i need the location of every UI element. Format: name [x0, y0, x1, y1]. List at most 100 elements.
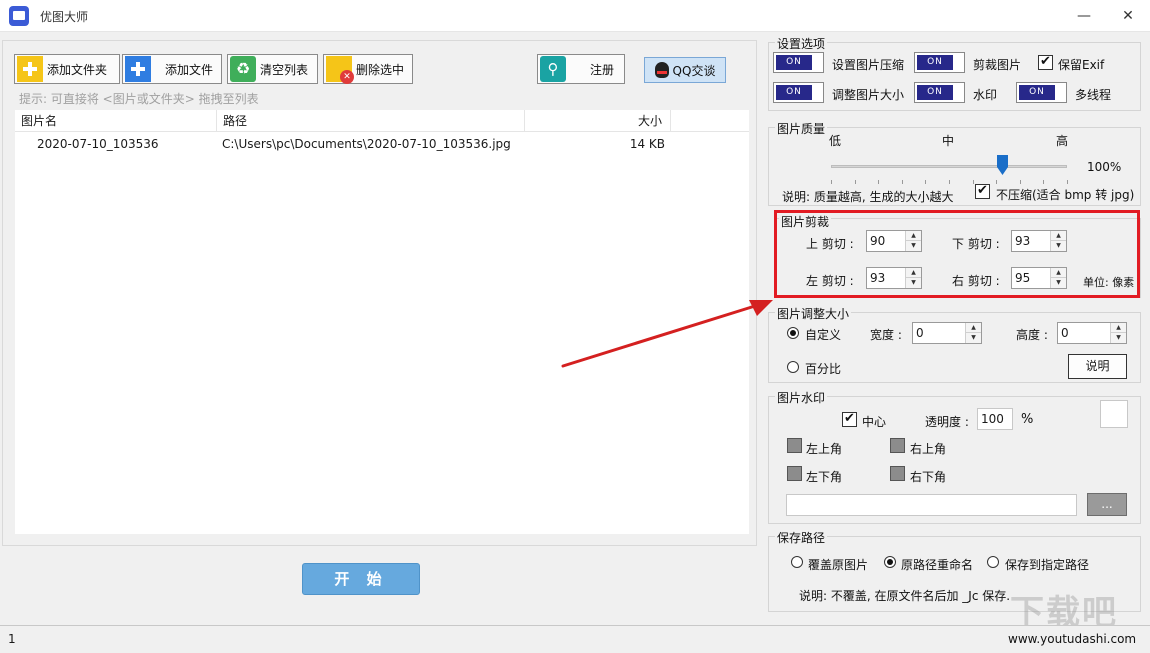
window-title: 优图大师 — [40, 8, 88, 25]
image-quality-title: 图片质量 — [775, 120, 827, 137]
quality-mid-label: 中 — [942, 132, 954, 149]
opacity-label: 透明度 : — [925, 413, 969, 430]
start-button[interactable]: 开 始 — [302, 563, 420, 595]
minimize-button[interactable]: — — [1062, 2, 1106, 30]
add-folder-button[interactable]: 添加文件夹 — [14, 54, 120, 84]
resize-toggle[interactable]: ON — [773, 82, 824, 103]
toggle-state: ON — [1019, 85, 1055, 100]
bottom-left-checkbox[interactable] — [787, 466, 802, 481]
website-link[interactable]: www.youtudashi.com — [1008, 632, 1136, 646]
quality-high-label: 高 — [1056, 132, 1068, 149]
file-name-cell: 2020-07-10_103536 — [37, 133, 159, 155]
clear-list-button[interactable]: ♻ 清空列表 — [227, 54, 318, 84]
center-label: 中心 — [862, 413, 886, 430]
delete-folder-icon — [326, 56, 352, 82]
add-file-label: 添加文件 — [165, 61, 213, 78]
add-folder-icon — [17, 56, 43, 82]
watermark-color-swatch[interactable] — [1100, 400, 1128, 428]
save-to-path-label: 保存到指定路径 — [1005, 556, 1089, 573]
toggle-state: ON — [776, 55, 812, 70]
slider-tick — [1043, 180, 1044, 184]
column-header-size[interactable]: 大小 — [525, 110, 671, 132]
delete-selected-button[interactable]: 删除选中 — [323, 54, 413, 84]
status-count: 1 — [8, 632, 16, 646]
crop-label: 剪裁图片 — [973, 56, 1021, 73]
delete-selected-label: 删除选中 — [356, 61, 404, 78]
quality-note: 说明: 质量越高, 生成的大小越大 — [782, 188, 954, 205]
title-bar: 优图大师 — ✕ — [0, 0, 1150, 32]
height-value: 0 — [1061, 326, 1069, 340]
qq-chat-label: QQ交谈 — [673, 62, 716, 79]
slider-tick — [949, 180, 950, 184]
spin-down-icon[interactable]: ▼ — [966, 333, 981, 343]
close-button[interactable]: ✕ — [1106, 2, 1150, 30]
slider-tick — [1020, 180, 1021, 184]
settings-options-title: 设置选项 — [775, 35, 827, 52]
custom-size-radio[interactable] — [787, 327, 799, 339]
file-path-cell: C:\Users\pc\Documents\2020-07-10_103536.… — [222, 133, 511, 155]
file-size-cell: 14 KB — [575, 133, 665, 155]
add-file-button[interactable]: 添加文件 — [122, 54, 222, 84]
height-stepper[interactable]: 0 ▲▼ — [1057, 322, 1127, 344]
spin-up-icon[interactable]: ▲ — [1111, 323, 1126, 333]
annotation-arrow-icon — [555, 290, 780, 375]
image-resize-title: 图片调整大小 — [775, 305, 851, 322]
rename-label: 原路径重命名 — [901, 556, 973, 573]
top-left-checkbox[interactable] — [787, 438, 802, 453]
spin-down-icon[interactable]: ▼ — [1111, 333, 1126, 343]
add-file-icon — [125, 56, 151, 82]
compress-toggle[interactable]: ON — [773, 52, 824, 73]
crop-toggle[interactable]: ON — [914, 52, 965, 73]
opacity-percent-sign: % — [1021, 412, 1033, 427]
qq-chat-button[interactable]: QQ交谈 — [644, 57, 726, 83]
top-left-label: 左上角 — [806, 440, 842, 457]
register-button[interactable]: ⚲ 注册 — [537, 54, 625, 84]
width-value: 0 — [916, 326, 924, 340]
percent-size-radio[interactable] — [787, 361, 799, 373]
clear-list-label: 清空列表 — [260, 61, 308, 78]
toggle-state: ON — [917, 55, 953, 70]
key-icon: ⚲ — [540, 56, 566, 82]
column-header-name[interactable]: 图片名 — [15, 110, 217, 132]
width-stepper[interactable]: 0 ▲▼ — [912, 322, 982, 344]
no-compress-checkbox[interactable] — [975, 184, 990, 199]
no-compress-label: 不压缩(适合 bmp 转 jpg) — [996, 186, 1134, 203]
top-right-checkbox[interactable] — [890, 438, 905, 453]
register-label: 注册 — [590, 61, 614, 78]
opacity-input[interactable]: 100 — [977, 408, 1013, 430]
qq-penguin-icon — [655, 62, 669, 78]
watermark-label: 水印 — [973, 86, 997, 103]
quality-value: 100% — [1087, 160, 1121, 174]
height-label: 高度 : — [1016, 326, 1048, 343]
recycle-icon: ♻ — [230, 56, 256, 82]
slider-tick — [831, 180, 832, 184]
slider-tick — [878, 180, 879, 184]
quality-low-label: 低 — [829, 132, 841, 149]
browse-button[interactable]: ... — [1087, 493, 1127, 516]
app-logo-icon — [9, 6, 29, 26]
save-path-title: 保存路径 — [775, 529, 827, 546]
bottom-right-checkbox[interactable] — [890, 466, 905, 481]
watermark-toggle[interactable]: ON — [914, 82, 965, 103]
watermark-file-input[interactable] — [786, 494, 1077, 516]
slider-tick — [855, 180, 856, 184]
status-bar: 1 www.youtudashi.com — [0, 625, 1150, 653]
keep-exif-checkbox[interactable] — [1038, 55, 1053, 70]
resize-help-button[interactable]: 说明 — [1068, 354, 1127, 379]
toggle-state: ON — [917, 85, 953, 100]
save-to-path-radio[interactable] — [987, 556, 999, 568]
bottom-left-label: 左下角 — [806, 468, 842, 485]
table-row[interactable]: 2020-07-10_103536 C:\Users\pc\Documents\… — [15, 133, 749, 155]
crop-highlight-box — [774, 210, 1140, 298]
column-header-path[interactable]: 路径 — [217, 110, 525, 132]
top-right-label: 右上角 — [910, 440, 946, 457]
slider-tick — [902, 180, 903, 184]
spin-up-icon[interactable]: ▲ — [966, 323, 981, 333]
quality-slider-track[interactable] — [831, 165, 1067, 168]
multithread-toggle[interactable]: ON — [1016, 82, 1067, 103]
overwrite-radio[interactable] — [791, 556, 803, 568]
center-checkbox[interactable] — [842, 412, 857, 427]
multithread-label: 多线程 — [1075, 86, 1111, 103]
rename-radio[interactable] — [884, 556, 896, 568]
drag-hint: 提示: 可直接将 <图片或文件夹> 拖拽至列表 — [19, 90, 259, 107]
